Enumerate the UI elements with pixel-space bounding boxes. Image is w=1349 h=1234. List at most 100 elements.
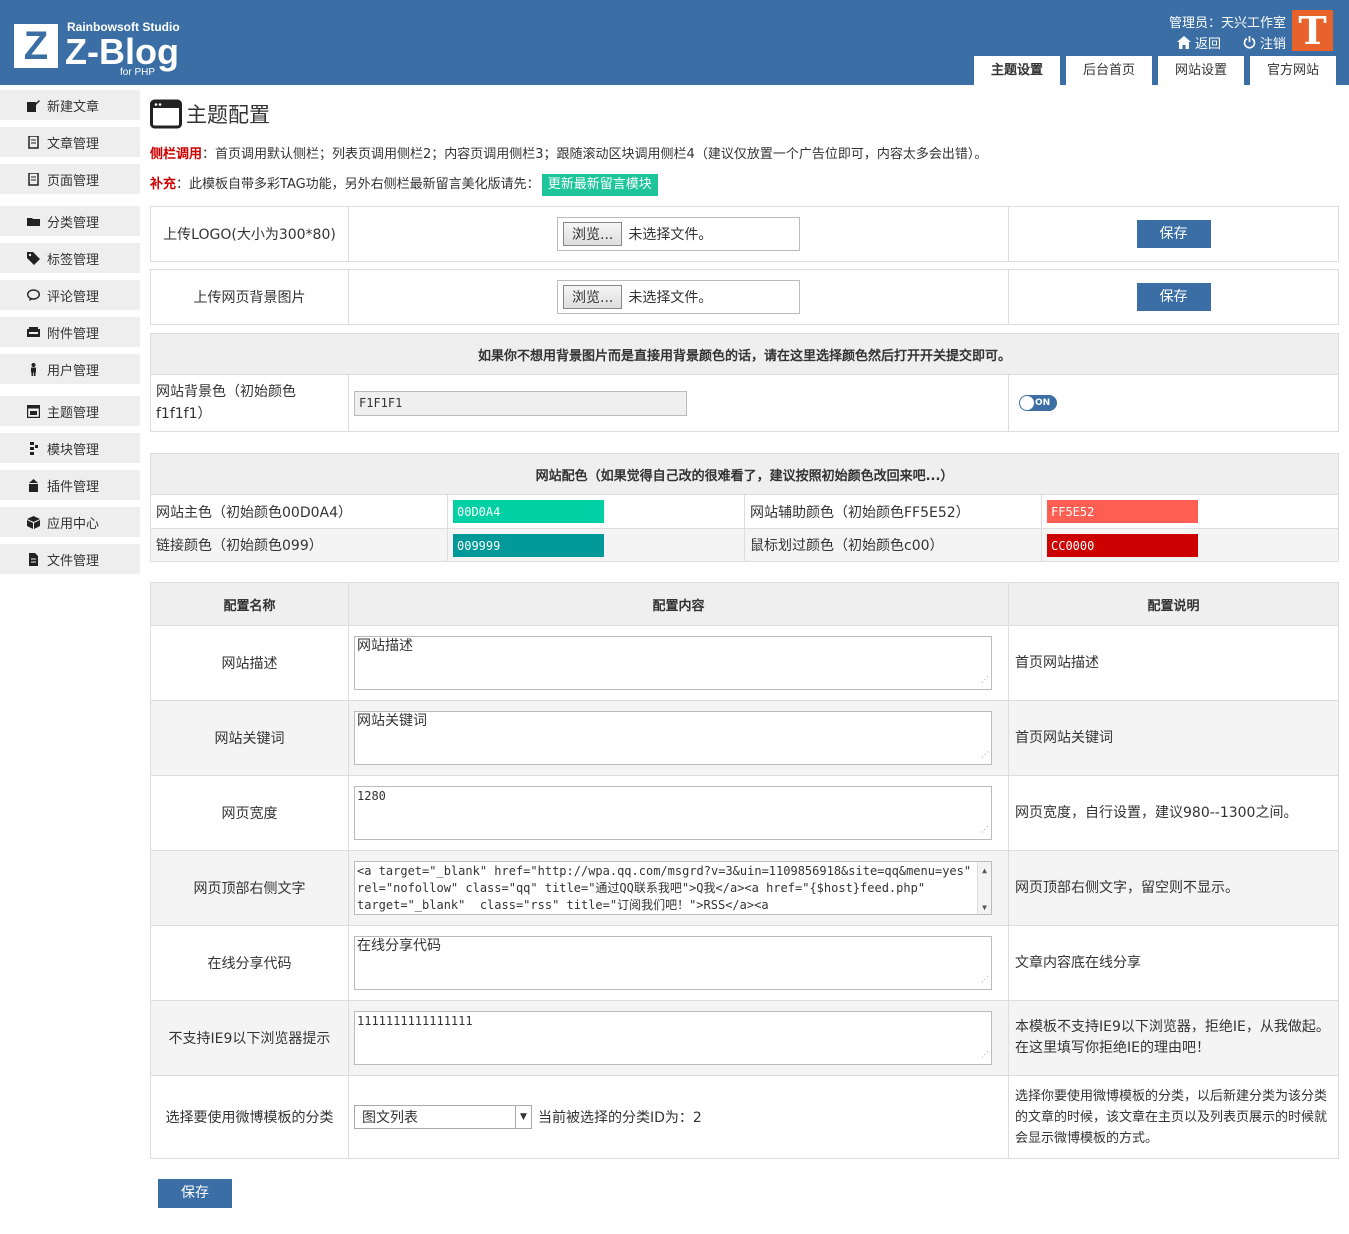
header-config-name: 配置名称 [151, 583, 349, 625]
config-row-ie-notice: 不支持IE9以下浏览器提示 1111111111111111 ⋰ 本模板不支持IE… [151, 1000, 1338, 1075]
save-config-button[interactable]: 保存 [158, 1179, 232, 1208]
header-right-text-textarea[interactable]: <a target="_blank" href="http://wpa.qq.c… [354, 861, 992, 915]
sidebar-item-files[interactable]: 文件管理 [0, 544, 140, 574]
bg-file-input[interactable]: 浏览... 未选择文件。 [557, 280, 800, 314]
resize-grip-icon[interactable]: ⋰ [981, 1046, 989, 1063]
theme-icon [27, 404, 40, 418]
weibo-category-select[interactable]: 图文列表 ▼ [354, 1105, 532, 1129]
page-width-textarea[interactable]: 1280 ⋰ [354, 786, 992, 840]
toggle-knob [1020, 396, 1034, 410]
config-desc: 本模板不支持IE9以下浏览器，拒绝IE，从我做起。在这里填写你拒绝IE的理由吧！ [1015, 1019, 1330, 1056]
home-icon [1176, 36, 1191, 49]
document-icon [28, 135, 39, 149]
textarea-value: 1280 [357, 789, 386, 803]
textarea-scrollbar[interactable]: ▲ ▼ [977, 862, 991, 914]
logout-link[interactable]: 注销 [1243, 33, 1286, 52]
logo-name[interactable]: Z-Blog [65, 32, 179, 72]
bg-color-label: 网站背景色（初始颜色f1f1f1） [151, 375, 349, 431]
bg-color-input[interactable]: F1F1F1 [354, 390, 687, 416]
scroll-up-icon[interactable]: ▲ [978, 862, 991, 879]
sidebar-item-users[interactable]: 用户管理 [0, 354, 140, 384]
config-name: 网页顶部右侧文字 [151, 851, 349, 925]
avatar[interactable]: T [1292, 10, 1333, 51]
ie-notice-textarea[interactable]: 1111111111111111 ⋰ [354, 1011, 992, 1065]
upload-logo-action: 保存 [1009, 207, 1338, 261]
sidebar-item-themes[interactable]: 主题管理 [0, 396, 140, 426]
config-name: 网页宽度 [151, 776, 349, 850]
bg-color-cell: F1F1F1 [349, 375, 1009, 431]
tab-admin-home[interactable]: 后台首页 [1066, 56, 1152, 85]
sidebar-item-label: 主题管理 [47, 405, 100, 421]
upload-bg-row: 上传网页背景图片 浏览... 未选择文件。 保存 [150, 269, 1339, 325]
color-row: 网站主色（初始颜色00D0A4） 00D0A4 网站辅助颜色（初始颜色FF5E5… [151, 495, 1338, 528]
config-value-cell: <a target="_blank" href="http://wpa.qq.c… [349, 851, 1009, 925]
tab-official-site[interactable]: 官方网站 [1250, 56, 1336, 85]
save-logo-button[interactable]: 保存 [1136, 220, 1211, 248]
upload-bg-action: 保存 [1009, 270, 1338, 324]
tab-theme-settings[interactable]: 主题设置 [974, 56, 1060, 85]
logo-file-input[interactable]: 浏览... 未选择文件。 [557, 217, 800, 251]
upload-logo-label: 上传LOGO(大小为300*80) [151, 207, 349, 261]
sidebar-item-label: 标签管理 [47, 252, 100, 268]
share-code-textarea[interactable]: 在线分享代码 ⋰ [354, 936, 992, 990]
hover-color-cell: CC0000 [1042, 529, 1338, 561]
config-name: 不支持IE9以下浏览器提示 [151, 1001, 349, 1075]
scroll-down-icon[interactable]: ▼ [978, 899, 991, 914]
file-icon [29, 552, 38, 566]
main-color-label: 网站主色（初始颜色00D0A4） [151, 495, 448, 528]
sidebar-item-articles[interactable]: 文章管理 [0, 127, 140, 157]
sidebar-item-attachments[interactable]: 附件管理 [0, 317, 140, 347]
header-config-content: 配置内容 [349, 583, 1009, 625]
sidebar-item-plugins[interactable]: 插件管理 [0, 470, 140, 500]
color-scheme-heading: 网站配色（如果觉得自己改的很难看了，建议按照初始颜色改回来吧...） [150, 453, 1339, 495]
link-color-label: 链接颜色（初始颜色099） [151, 529, 448, 561]
browse-button[interactable]: 浏览... [563, 285, 623, 309]
config-row-weibo-category: 选择要使用微博模板的分类 图文列表 ▼ 当前被选择的分类ID为：2 选择你要使用… [151, 1075, 1338, 1158]
resize-grip-icon[interactable]: ⋰ [981, 971, 989, 988]
resize-grip-icon[interactable]: ⋰ [981, 821, 989, 838]
logo-mark[interactable]: Z [14, 24, 58, 68]
tab-site-settings[interactable]: 网站设置 [1158, 56, 1244, 85]
sidebar-item-pages[interactable]: 页面管理 [0, 164, 140, 194]
resize-grip-icon[interactable]: ⋰ [981, 746, 989, 763]
link-color-input[interactable]: 009999 [453, 533, 604, 557]
comment-icon [27, 288, 40, 301]
current-category-text: 当前被选择的分类ID为：2 [538, 1110, 702, 1126]
chevron-down-icon[interactable]: ▼ [515, 1106, 531, 1128]
site-description-textarea[interactable]: 网站描述 ⋰ [354, 636, 992, 690]
hover-color-input[interactable]: CC0000 [1047, 533, 1198, 557]
back-link[interactable]: 返回 [1176, 33, 1221, 52]
sidebar-item-label: 文件管理 [47, 553, 100, 569]
sidebar-item-modules[interactable]: 模块管理 [0, 433, 140, 463]
resize-grip-icon[interactable]: ⋰ [981, 671, 989, 688]
config-value-cell: 在线分享代码 ⋰ [349, 926, 1009, 1000]
back-link-label: 返回 [1194, 37, 1221, 52]
config-row-header-right-text: 网页顶部右侧文字 <a target="_blank" href="http:/… [151, 850, 1338, 925]
bg-color-row: 网站背景色（初始颜色f1f1f1） F1F1F1 ON [150, 375, 1339, 432]
config-row-site-keywords: 网站关键词 网站关键词 ⋰ 首页网站关键词 [151, 700, 1338, 775]
page-icon [28, 172, 39, 186]
notice-label: 侧栏调用 [150, 147, 203, 162]
user-links: 返回 注销 [1176, 33, 1286, 52]
config-desc: 首页网站关键词 [1015, 729, 1113, 746]
sidebar-item-comments[interactable]: 评论管理 [0, 280, 140, 310]
select-value: 图文列表 [362, 1110, 418, 1126]
sidebar-item-tags[interactable]: 标签管理 [0, 243, 140, 273]
site-keywords-textarea[interactable]: 网站关键词 ⋰ [354, 711, 992, 765]
sidebar-item-new-article[interactable]: 新建文章 [0, 90, 140, 120]
aux-color-cell: FF5E52 [1042, 495, 1338, 528]
page-title-text: 主题配置 [186, 103, 270, 127]
config-name: 选择要使用微博模板的分类 [151, 1076, 349, 1158]
sidebar-item-categories[interactable]: 分类管理 [0, 206, 140, 236]
browse-button[interactable]: 浏览... [563, 222, 623, 246]
textarea-value: <a target="_blank" href="http://wpa.qq.c… [357, 864, 979, 912]
sidebar-item-app-center[interactable]: 应用中心 [0, 507, 140, 537]
main-color-input[interactable]: 00D0A4 [453, 500, 604, 523]
bg-color-toggle[interactable]: ON [1019, 395, 1057, 411]
save-bg-button[interactable]: 保存 [1136, 283, 1211, 311]
sidebar-item-label: 应用中心 [47, 516, 100, 532]
update-comment-module-button[interactable]: 更新最新留言模块 [541, 174, 658, 196]
config-desc: 首页网站描述 [1015, 654, 1099, 671]
plugin-icon [29, 478, 38, 492]
aux-color-input[interactable]: FF5E52 [1047, 500, 1198, 523]
